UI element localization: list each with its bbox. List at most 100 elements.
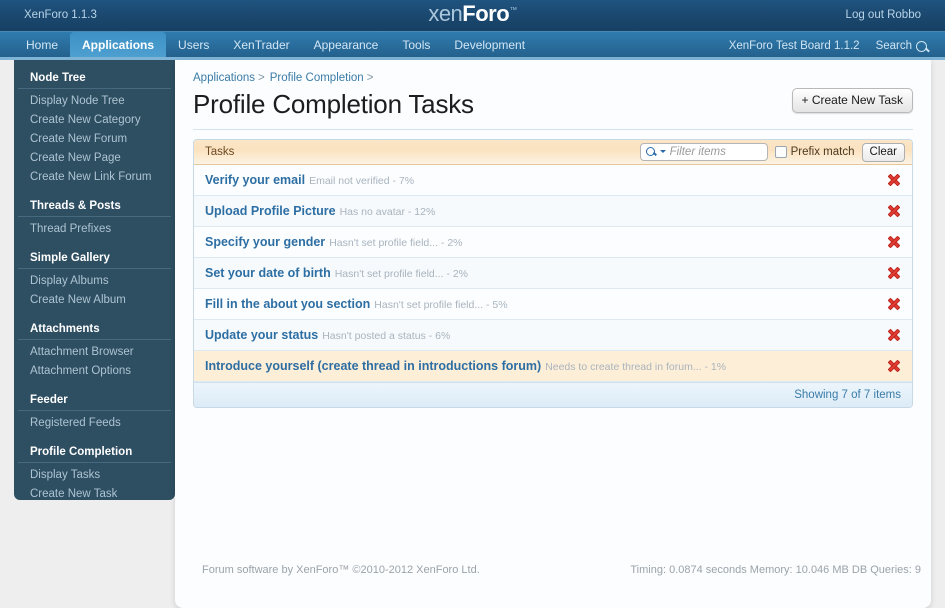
task-title[interactable]: Update your status: [205, 328, 318, 342]
delete-x-icon: [887, 204, 901, 218]
sidebar-item-create-new-link-forum[interactable]: Create New Link Forum: [14, 168, 175, 187]
sidebar-item-create-new-task[interactable]: Create New Task: [14, 485, 175, 500]
sidebar-group-attachments: Attachments Attachment Browser Attachmen…: [14, 320, 175, 381]
board-name-link[interactable]: XenForo Test Board 1.1.2: [729, 40, 860, 52]
sidebar-item-create-new-forum[interactable]: Create New Forum: [14, 130, 175, 149]
chevron-down-icon: [659, 150, 666, 153]
delete-task-button[interactable]: [885, 202, 903, 220]
sidebar-item-display-node-tree[interactable]: Display Node Tree: [14, 92, 175, 111]
task-title[interactable]: Introduce yourself (create thread in int…: [205, 359, 541, 373]
task-title[interactable]: Specify your gender: [205, 235, 325, 249]
breadcrumb-link-profile-completion[interactable]: Profile Completion: [270, 72, 364, 84]
prefix-match-checkbox[interactable]: [774, 146, 787, 158]
tasks-table: Tasks Prefix match Clear Verif: [193, 139, 913, 408]
sidebar-item-thread-prefixes[interactable]: Thread Prefixes: [14, 220, 175, 239]
clear-filter-button[interactable]: Clear: [861, 142, 905, 162]
sidebar-group-feeder: Feeder Registered Feeds: [14, 391, 175, 433]
prefix-match-toggle[interactable]: Prefix match: [774, 146, 855, 158]
nav-tab-appearance[interactable]: Appearance: [302, 32, 391, 57]
filter-input-box[interactable]: [639, 143, 768, 161]
task-subtitle: Hasn't set profile field... - 2%: [329, 237, 463, 249]
delete-task-button[interactable]: [885, 295, 903, 313]
sidebar-group-profile-completion: Profile Completion Display Tasks Create …: [14, 443, 175, 500]
table-row[interactable]: Verify your email Email not verified - 7%: [194, 165, 912, 196]
task-title[interactable]: Verify your email: [205, 173, 305, 187]
table-row[interactable]: Fill in the about you section Hasn't set …: [194, 289, 912, 320]
table-row[interactable]: Update your status Hasn't posted a status…: [194, 320, 912, 351]
delete-task-button[interactable]: [885, 171, 903, 189]
sidebar-heading-node-tree: Node Tree: [18, 69, 171, 89]
page-shell: Node Tree Display Node Tree Create New C…: [0, 60, 945, 608]
search-icon: [916, 40, 927, 52]
task-row-content: Set your date of birth Hasn't set profile…: [205, 266, 885, 280]
tasks-table-header: Tasks Prefix match Clear: [194, 140, 912, 165]
items-count-label: Showing 7 of 7 items: [794, 389, 901, 401]
delete-task-button[interactable]: [885, 357, 903, 375]
nav-tab-users[interactable]: Users: [166, 32, 221, 57]
sidebar-heading-profile-completion: Profile Completion: [18, 443, 171, 463]
task-title[interactable]: Set your date of birth: [205, 266, 331, 280]
delete-x-icon: [887, 266, 901, 280]
task-row-content: Fill in the about you section Hasn't set …: [205, 297, 885, 311]
delete-x-icon: [887, 359, 901, 373]
delete-x-icon: [887, 173, 901, 187]
task-title[interactable]: Fill in the about you section: [205, 297, 370, 311]
table-row[interactable]: Specify your gender Hasn't set profile fi…: [194, 227, 912, 258]
task-row-content: Introduce yourself (create thread in int…: [205, 359, 885, 373]
title-row: Profile Completion Tasks + Create New Ta…: [193, 84, 913, 130]
task-row-content: Verify your email Email not verified - 7%: [205, 173, 885, 187]
sidebar-group-simple-gallery: Simple Gallery Display Albums Create New…: [14, 249, 175, 310]
sidebar-group-node-tree: Node Tree Display Node Tree Create New C…: [14, 69, 175, 187]
task-subtitle: Hasn't set profile field... - 2%: [334, 268, 469, 280]
sidebar-item-attachment-options[interactable]: Attachment Options: [14, 362, 175, 381]
table-row[interactable]: Introduce yourself (create thread in int…: [194, 351, 912, 382]
table-row[interactable]: Upload Profile Picture Has no avatar - 12…: [194, 196, 912, 227]
delete-task-button[interactable]: [885, 264, 903, 282]
app-version-label: XenForo 1.1.3: [24, 9, 97, 21]
table-row[interactable]: Set your date of birth Hasn't set profile…: [194, 258, 912, 289]
logo-text-first: xen: [428, 1, 463, 26]
task-subtitle: Hasn't posted a status - 6%: [322, 330, 451, 342]
breadcrumb: Applications > Profile Completion >: [193, 70, 913, 84]
nav-search-label: Search: [875, 40, 912, 52]
logo-text-second: Foro: [462, 1, 510, 26]
prefix-match-label: Prefix match: [790, 146, 855, 158]
delete-x-icon: [887, 235, 901, 249]
filter-input[interactable]: [669, 145, 761, 158]
main-navigation: Home Applications Users XenTrader Appear…: [0, 32, 945, 60]
nav-tab-xentrader[interactable]: XenTrader: [221, 32, 301, 57]
delete-task-button[interactable]: [885, 233, 903, 251]
task-row-content: Upload Profile Picture Has no avatar - 12…: [205, 204, 885, 218]
sidebar-item-create-new-category[interactable]: Create New Category: [14, 111, 175, 130]
sidebar-item-registered-feeds[interactable]: Registered Feeds: [14, 414, 175, 433]
xenforo-logo: xenForo™: [428, 1, 517, 27]
page-footer: Forum software by XenForo™ ©2010-2012 Xe…: [0, 555, 945, 585]
nav-tab-applications[interactable]: Applications: [70, 32, 167, 57]
nav-search-button[interactable]: Search: [876, 40, 927, 52]
delete-x-icon: [887, 297, 901, 311]
sidebar-heading-feeder: Feeder: [18, 391, 171, 411]
nav-tab-development[interactable]: Development: [442, 32, 537, 57]
breadcrumb-link-applications[interactable]: Applications: [193, 72, 255, 84]
sidebar-item-display-tasks[interactable]: Display Tasks: [14, 466, 175, 485]
task-subtitle: Needs to create thread in forum... - 1%: [545, 361, 727, 373]
sidebar-item-create-new-page[interactable]: Create New Page: [14, 149, 175, 168]
tasks-column-header: Tasks: [205, 146, 235, 158]
filter-controls: Prefix match Clear: [639, 142, 905, 162]
footer-copyright: Forum software by XenForo™ ©2010-2012 Xe…: [202, 564, 480, 576]
nav-right-group: XenForo Test Board 1.1.2 Search: [729, 32, 927, 60]
nav-tab-home[interactable]: Home: [14, 32, 70, 57]
task-subtitle: Hasn't set profile field... - 5%: [374, 299, 508, 311]
delete-task-button[interactable]: [885, 326, 903, 344]
nav-tab-tools[interactable]: Tools: [390, 32, 442, 57]
sidebar-item-create-new-album[interactable]: Create New Album: [14, 291, 175, 310]
create-new-task-button[interactable]: + Create New Task: [791, 88, 913, 113]
logout-link[interactable]: Log out Robbo: [846, 9, 921, 21]
sidebar-item-display-albums[interactable]: Display Albums: [14, 272, 175, 291]
sidebar-item-attachment-browser[interactable]: Attachment Browser: [14, 343, 175, 362]
delete-x-icon: [887, 328, 901, 342]
task-title[interactable]: Upload Profile Picture: [205, 204, 336, 218]
